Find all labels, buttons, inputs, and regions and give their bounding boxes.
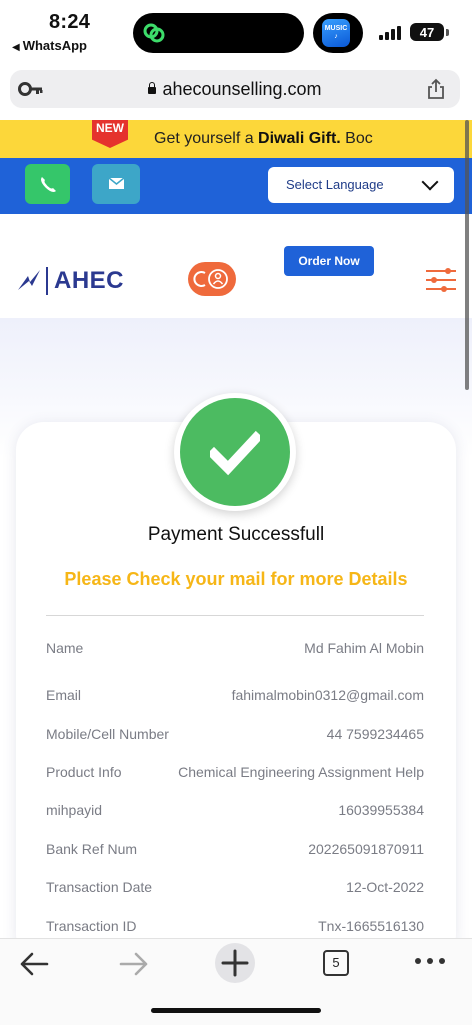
- promo-text-prefix: Get yourself a: [154, 130, 259, 147]
- detail-label: mihpayid: [46, 802, 103, 818]
- detail-label: Transaction Date: [46, 879, 153, 895]
- site-header: AHEC Order Now: [0, 214, 472, 318]
- tabs-icon[interactable]: 5: [323, 950, 349, 976]
- detail-label: Product Info: [46, 764, 122, 780]
- address-bar[interactable]: ahecounselling.com: [10, 70, 460, 108]
- signal-icon: [379, 24, 405, 40]
- detail-value: Md Fahim Al Mobin: [304, 640, 424, 656]
- contact-bar: Select Language: [0, 158, 472, 214]
- battery-level: 47: [419, 24, 435, 40]
- music-label: MUSIC: [324, 25, 348, 32]
- detail-value: fahimalmobin0312@gmail.com: [231, 687, 424, 703]
- divider: [46, 615, 424, 616]
- detail-label: Bank Ref Num: [46, 841, 138, 857]
- music-activity[interactable]: MUSIC ♪: [313, 13, 363, 53]
- detail-label: Transaction ID: [46, 918, 137, 934]
- back-triangle-icon: ◀: [12, 42, 20, 53]
- url-text[interactable]: ahecounselling.com: [10, 79, 460, 100]
- share-icon[interactable]: [426, 78, 446, 100]
- detail-value: Tnx-1665516130: [318, 918, 424, 934]
- site-logo[interactable]: AHEC: [16, 266, 124, 296]
- more-icon[interactable]: [414, 956, 446, 966]
- promo-text: Get yourself a Diwali Gift. Boc: [154, 130, 373, 148]
- url-label: ahecounselling.com: [162, 79, 322, 99]
- home-indicator[interactable]: [151, 1008, 321, 1013]
- check-icon: [210, 430, 260, 476]
- phone-icon: [41, 177, 56, 192]
- lock-icon: [148, 82, 157, 94]
- promo-text-suffix: Boc: [340, 130, 373, 147]
- promo-banner[interactable]: NEW Get yourself a Diwali Gift. Boc: [0, 120, 472, 158]
- logo-separator: [46, 267, 48, 295]
- language-select-label: Select Language: [286, 177, 384, 192]
- mail-icon: [108, 177, 125, 189]
- menu-sliders-icon[interactable]: [424, 266, 458, 294]
- payment-subtitle: Please Check your mail for more Details: [64, 569, 408, 589]
- scrollbar[interactable]: [465, 120, 469, 390]
- music-app-icon: MUSIC ♪: [322, 19, 350, 47]
- order-now-button[interactable]: Order Now: [284, 246, 374, 276]
- mail-button[interactable]: [92, 164, 140, 204]
- dynamic-island[interactable]: [133, 13, 304, 53]
- link-app-icon: [143, 23, 165, 43]
- detail-value: 16039955384: [338, 802, 424, 818]
- plus-icon: [221, 949, 249, 977]
- detail-value: Chemical Engineering Assignment Help: [178, 764, 424, 780]
- status-time: 8:24: [49, 11, 91, 33]
- success-circle: [180, 398, 290, 506]
- battery-tip: [446, 29, 449, 36]
- chat-icon: [193, 269, 228, 289]
- forward-arrow-icon[interactable]: [118, 951, 150, 977]
- bird-logo-icon: [18, 270, 40, 290]
- battery-icon: 47: [410, 23, 444, 41]
- detail-value: 12-Oct-2022: [346, 879, 424, 895]
- back-to-app-link[interactable]: ◀ WhatsApp: [12, 38, 87, 53]
- payment-title: Payment Successfull: [147, 524, 325, 545]
- new-tab-button[interactable]: [215, 943, 255, 983]
- detail-value: 44 7599234465: [326, 726, 424, 742]
- status-bar: 8:24 ◀ WhatsApp MUSIC ♪ 47: [0, 0, 472, 64]
- chat-widget[interactable]: [188, 262, 236, 296]
- phone-button[interactable]: [25, 164, 70, 204]
- new-badge: NEW: [92, 120, 128, 148]
- back-arrow-icon[interactable]: [18, 951, 50, 977]
- logo-text: AHEC: [54, 267, 125, 294]
- detail-label: Name: [46, 640, 84, 656]
- detail-label: Mobile/Cell Number: [46, 726, 169, 742]
- language-select[interactable]: Select Language: [268, 167, 454, 203]
- success-badge: [174, 393, 296, 511]
- back-app-label: WhatsApp: [22, 38, 87, 53]
- chevron-down-icon: [421, 173, 439, 191]
- detail-label: Email: [46, 687, 82, 703]
- detail-value: 202265091870911: [308, 841, 424, 857]
- promo-text-bold: Diwali Gift.: [258, 130, 341, 147]
